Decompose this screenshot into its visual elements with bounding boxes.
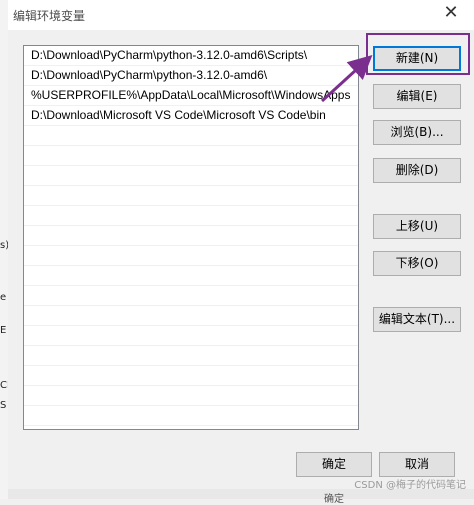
- background-button-fragment: 确定: [324, 494, 344, 505]
- path-list-empty-row[interactable]: [24, 146, 358, 166]
- edit-text-button[interactable]: 编辑文本(T)...: [373, 307, 461, 332]
- path-list-item[interactable]: D:\Download\PyCharm\python-3.12.0-amd6\S…: [24, 46, 358, 66]
- edit-environment-variable-dialog: 编辑环境变量 ✕ D:\Download\PyCharm\python-3.12…: [8, 0, 474, 505]
- cancel-button[interactable]: 取消: [379, 452, 455, 477]
- delete-button[interactable]: 删除(D): [373, 158, 461, 183]
- path-list-item[interactable]: D:\Download\Microsoft VS Code\Microsoft …: [24, 106, 358, 126]
- path-list-empty-row[interactable]: [24, 126, 358, 146]
- path-list-empty-row[interactable]: [24, 366, 358, 386]
- path-list-empty-row[interactable]: [24, 326, 358, 346]
- move-up-button[interactable]: 上移(U): [373, 214, 461, 239]
- path-list-empty-row[interactable]: [24, 246, 358, 266]
- edit-button[interactable]: 编辑(E): [373, 84, 461, 109]
- path-list-empty-row[interactable]: [24, 306, 358, 326]
- path-list-empty-row[interactable]: [24, 346, 358, 366]
- dialog-title: 编辑环境变量: [13, 9, 86, 23]
- close-icon[interactable]: ✕: [442, 4, 460, 22]
- background-text-fragment: E: [0, 325, 7, 336]
- path-list-empty-row[interactable]: [24, 386, 358, 406]
- path-list-empty-row[interactable]: [24, 186, 358, 206]
- path-list-empty-row[interactable]: [24, 286, 358, 306]
- path-list-empty-row[interactable]: [24, 206, 358, 226]
- path-list[interactable]: D:\Download\PyCharm\python-3.12.0-amd6\S…: [23, 45, 359, 430]
- path-list-item[interactable]: D:\Download\PyCharm\python-3.12.0-amd6\: [24, 66, 358, 86]
- path-list-item[interactable]: %USERPROFILE%\AppData\Local\Microsoft\Wi…: [24, 86, 358, 106]
- path-list-empty-row[interactable]: [24, 166, 358, 186]
- ok-button[interactable]: 确定: [296, 452, 372, 477]
- background-text-fragment: S: [0, 400, 7, 411]
- new-button[interactable]: 新建(N): [373, 46, 461, 71]
- path-list-empty-row[interactable]: [24, 406, 358, 426]
- path-list-empty-row[interactable]: [24, 266, 358, 286]
- path-list-empty-row[interactable]: [24, 226, 358, 246]
- title-bar: 编辑环境变量 ✕: [8, 0, 474, 30]
- background-text-fragment: e: [0, 292, 7, 303]
- browse-button[interactable]: 浏览(B)...: [373, 120, 461, 145]
- move-down-button[interactable]: 下移(O): [373, 251, 461, 276]
- watermark-text: CSDN @梅子的代码笔记: [354, 480, 466, 491]
- path-list-empty-row[interactable]: [24, 426, 358, 429]
